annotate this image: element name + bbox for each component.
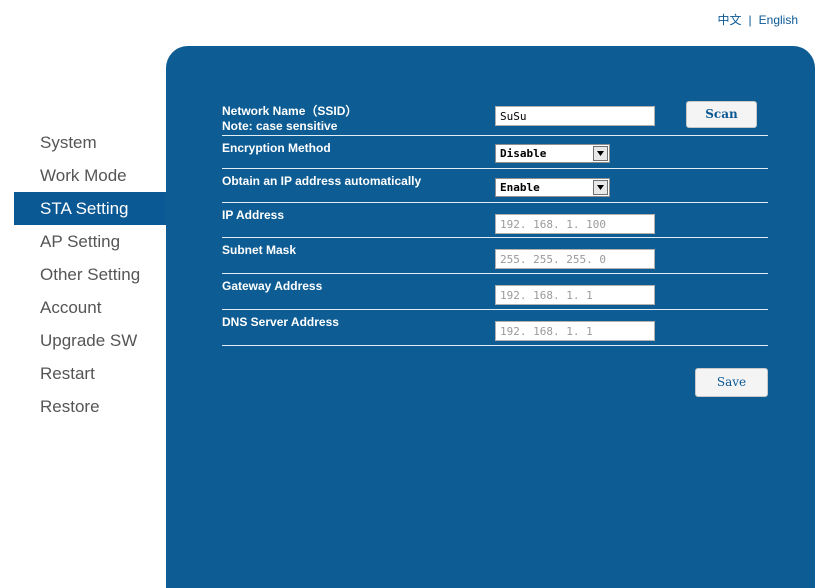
sidebar-nav: System Work Mode STA Setting AP Setting … <box>0 126 166 423</box>
chevron-down-icon <box>593 180 608 195</box>
ip-address-input[interactable] <box>495 214 655 234</box>
dns-server-input[interactable] <box>495 321 655 341</box>
gateway-row: Gateway Address <box>222 274 768 310</box>
dhcp-select-value: Enable <box>500 181 540 194</box>
sidebar-item-work-mode[interactable]: Work Mode <box>0 159 166 192</box>
subnet-mask-input[interactable] <box>495 249 655 269</box>
dns-row: DNS Server Address <box>222 310 768 346</box>
language-chinese-link[interactable]: 中文 <box>718 11 742 28</box>
ssid-label: Network Name（SSID） <box>222 104 358 118</box>
encryption-select-value: Disable <box>500 147 547 160</box>
ip-label: IP Address <box>222 208 285 222</box>
sidebar-item-other-setting[interactable]: Other Setting <box>0 258 166 291</box>
ssid-row: Network Name（SSID） Note: case sensitive … <box>222 98 768 136</box>
sidebar-item-restore[interactable]: Restore <box>0 390 166 423</box>
gateway-label: Gateway Address <box>222 279 323 293</box>
scan-button[interactable]: Scan <box>686 101 757 128</box>
ip-row: IP Address <box>222 203 768 238</box>
language-separator: | <box>748 12 752 27</box>
dhcp-label: Obtain an IP address automatically <box>222 174 422 188</box>
subnet-label: Subnet Mask <box>222 243 297 257</box>
subnet-row: Subnet Mask <box>222 238 768 274</box>
sidebar-item-upgrade-sw[interactable]: Upgrade SW <box>0 324 166 357</box>
dhcp-select[interactable]: Enable <box>495 178 610 197</box>
sta-settings-form: Network Name（SSID） Note: case sensitive … <box>222 98 768 346</box>
ssid-note: Note: case sensitive <box>222 119 338 133</box>
ssid-input[interactable] <box>495 106 655 126</box>
gateway-address-input[interactable] <box>495 285 655 305</box>
sidebar-item-restart[interactable]: Restart <box>0 357 166 390</box>
save-button[interactable]: Save <box>695 368 768 397</box>
dns-label: DNS Server Address <box>222 315 339 329</box>
chevron-down-icon <box>593 146 608 161</box>
dhcp-row: Obtain an IP address automatically Enabl… <box>222 169 768 203</box>
encryption-row: Encryption Method Disable <box>222 136 768 169</box>
sidebar-item-account[interactable]: Account <box>0 291 166 324</box>
sidebar-item-system[interactable]: System <box>0 126 166 159</box>
settings-panel: Network Name（SSID） Note: case sensitive … <box>166 46 815 588</box>
sidebar-item-sta-setting[interactable]: STA Setting <box>14 192 166 225</box>
sidebar-item-ap-setting[interactable]: AP Setting <box>0 225 166 258</box>
ssid-label-group: Network Name（SSID） Note: case sensitive <box>222 102 357 133</box>
encryption-select[interactable]: Disable <box>495 144 610 163</box>
language-english-link[interactable]: English <box>759 13 798 27</box>
encryption-label: Encryption Method <box>222 141 331 155</box>
language-bar: 中文 | English <box>718 11 799 28</box>
